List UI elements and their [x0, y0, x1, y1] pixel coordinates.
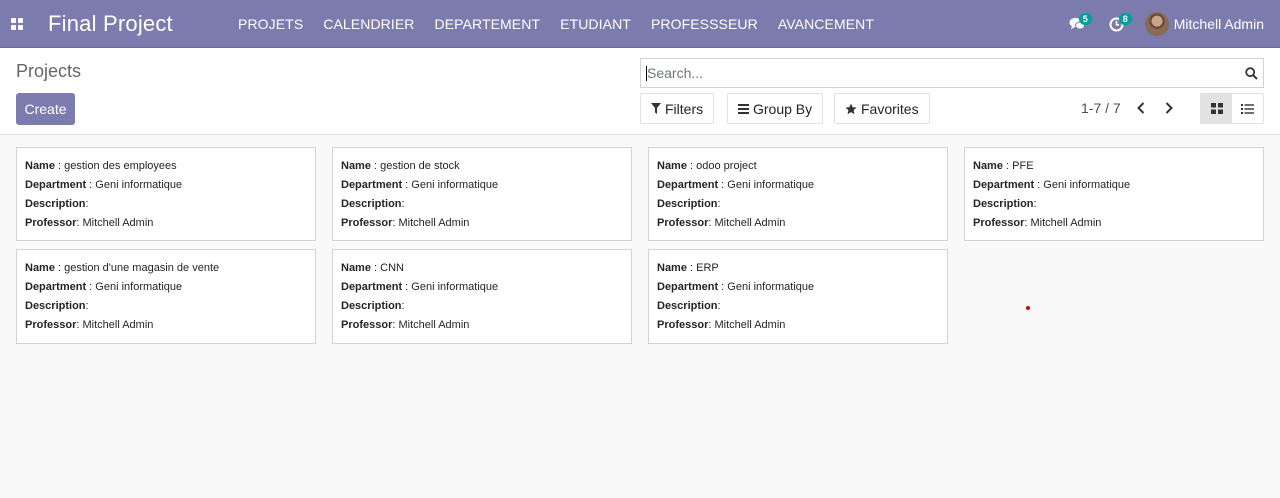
card-department: Department : Geni informatique: [25, 179, 183, 191]
project-card[interactable]: Name : ERP Department : Geni informatiqu…: [648, 249, 948, 344]
card-name: Name : odoo project: [657, 160, 757, 172]
card-name: Name : gestion d'une magasin de vente: [25, 262, 220, 274]
filter-icon: [651, 103, 661, 114]
menu-item-calendrier[interactable]: CALENDRIER: [313, 0, 424, 48]
favorites-label: Favorites: [861, 100, 919, 117]
card-name: Name : gestion de stock: [341, 160, 460, 172]
card-department: Department : Geni informatique: [657, 179, 815, 191]
card-description: Description:: [657, 300, 721, 312]
view-switcher: [1200, 93, 1264, 124]
app-title[interactable]: Final Project: [48, 11, 226, 37]
control-panel: Projects Create Filters Group By Favorit…: [0, 48, 1280, 135]
project-card[interactable]: Name : odoo project Department : Geni in…: [648, 147, 948, 241]
main-menu: PROJETS CALENDRIER DEPARTEMENT ETUDIANT …: [228, 0, 884, 48]
card-professor-value: Mitchell Admin: [1030, 217, 1102, 229]
card-professor-value: Mitchell Admin: [714, 319, 786, 331]
card-professor: Professor: Mitchell Admin: [25, 217, 154, 229]
kanban-view: Name : gestion des employees Department …: [0, 135, 1280, 498]
project-card[interactable]: Name : gestion de stock Department : Gen…: [332, 147, 632, 241]
card-department: Department : Geni informatique: [657, 281, 815, 293]
card-professor: Professor: Mitchell Admin: [341, 217, 470, 229]
card-name-value: gestion des employees: [64, 160, 177, 172]
card-name: Name : CNN: [341, 262, 404, 274]
menu-item-etudiant[interactable]: ETUDIANT: [550, 0, 641, 48]
main-navbar: Final Project PROJETS CALENDRIER DEPARTE…: [0, 0, 1280, 48]
card-department: Department : Geni informatique: [341, 179, 499, 191]
card-professor: Professor: Mitchell Admin: [25, 319, 154, 331]
menu-item-projets[interactable]: PROJETS: [228, 0, 313, 48]
card-professor-value: Mitchell Admin: [82, 217, 154, 229]
card-professor-value: Mitchell Admin: [398, 319, 470, 331]
activities-count-badge: 8: [1118, 13, 1132, 25]
pager-next-icon[interactable]: [1162, 100, 1176, 116]
card-department-value: Geni informatique: [727, 179, 815, 191]
pager-previous-icon[interactable]: [1134, 100, 1148, 116]
card-description: Description:: [341, 300, 405, 312]
card-name-value: gestion de stock: [380, 160, 460, 172]
favorites-button[interactable]: Favorites: [834, 93, 930, 124]
menu-item-avancement[interactable]: AVANCEMENT: [768, 0, 884, 48]
card-name: Name : ERP: [657, 262, 719, 274]
create-button[interactable]: Create: [16, 93, 75, 125]
card-department-value: Geni informatique: [95, 179, 183, 191]
card-professor-value: Mitchell Admin: [82, 319, 154, 331]
messaging-menu[interactable]: 5: [1057, 0, 1097, 48]
project-card[interactable]: Name : CNN Department : Geni informatiqu…: [332, 249, 632, 344]
project-card[interactable]: Name : gestion des employees Department …: [16, 147, 316, 241]
star-icon: [845, 103, 857, 115]
kanban-view-icon[interactable]: [1201, 94, 1232, 123]
mouse-pointer-dot: [1026, 306, 1030, 310]
systray: 5 8 Mitchell Admin: [1057, 0, 1280, 48]
card-professor: Professor: Mitchell Admin: [341, 319, 470, 331]
bars-icon: [738, 103, 749, 114]
filters-button[interactable]: Filters: [640, 93, 715, 124]
card-description: Description:: [25, 198, 89, 210]
card-department-value: Geni informatique: [95, 281, 183, 293]
card-department-value: Geni informatique: [411, 179, 499, 191]
card-department: Department : Geni informatique: [973, 179, 1131, 191]
card-department-value: Geni informatique: [727, 281, 815, 293]
card-name-value: gestion d'une magasin de vente: [64, 262, 220, 274]
card-professor: Professor: Mitchell Admin: [657, 319, 786, 331]
search-input[interactable]: [641, 59, 1239, 87]
card-description: Description:: [973, 198, 1037, 210]
avatar: [1144, 12, 1169, 36]
user-menu[interactable]: Mitchell Admin: [1137, 0, 1280, 48]
list-view-icon[interactable]: [1232, 94, 1263, 123]
card-name: Name : PFE: [973, 160, 1034, 172]
menu-item-departement[interactable]: DEPARTEMENT: [425, 0, 551, 48]
menu-item-professeur[interactable]: PROFESSSEUR: [641, 0, 768, 48]
filters-label: Filters: [665, 100, 704, 117]
card-description: Description:: [657, 198, 721, 210]
card-professor: Professor: Mitchell Admin: [973, 217, 1102, 229]
project-card[interactable]: Name : PFE Department : Geni informatiqu…: [964, 147, 1264, 241]
activity-menu[interactable]: 8: [1097, 0, 1137, 48]
card-professor-value: Mitchell Admin: [398, 217, 470, 229]
apps-menu-icon[interactable]: [0, 0, 34, 48]
card-name: Name : gestion des employees: [25, 160, 177, 172]
card-department: Department : Geni informatique: [25, 281, 183, 293]
card-department: Department : Geni informatique: [341, 281, 499, 293]
project-card[interactable]: Name : gestion d'une magasin de vente De…: [16, 249, 316, 344]
card-department-value: Geni informatique: [411, 281, 499, 293]
card-name-value: CNN: [380, 262, 404, 274]
card-professor-value: Mitchell Admin: [714, 217, 786, 229]
card-name-value: odoo project: [696, 160, 757, 172]
group-by-button[interactable]: Group By: [727, 93, 824, 124]
search-bar: [640, 58, 1264, 88]
search-icon[interactable]: [1239, 59, 1263, 87]
pager-value[interactable]: 1-7 / 7: [1081, 100, 1121, 116]
card-name-value: ERP: [696, 262, 719, 274]
breadcrumb: Projects: [16, 61, 82, 81]
text-cursor: [646, 66, 647, 81]
messages-count-badge: 5: [1078, 13, 1092, 25]
card-professor: Professor: Mitchell Admin: [657, 217, 786, 229]
card-description: Description:: [341, 198, 405, 210]
card-name-value: PFE: [1012, 160, 1034, 172]
card-description: Description:: [25, 300, 89, 312]
group-by-label: Group By: [753, 100, 813, 117]
card-department-value: Geni informatique: [1043, 179, 1131, 191]
user-name: Mitchell Admin: [1173, 16, 1264, 32]
